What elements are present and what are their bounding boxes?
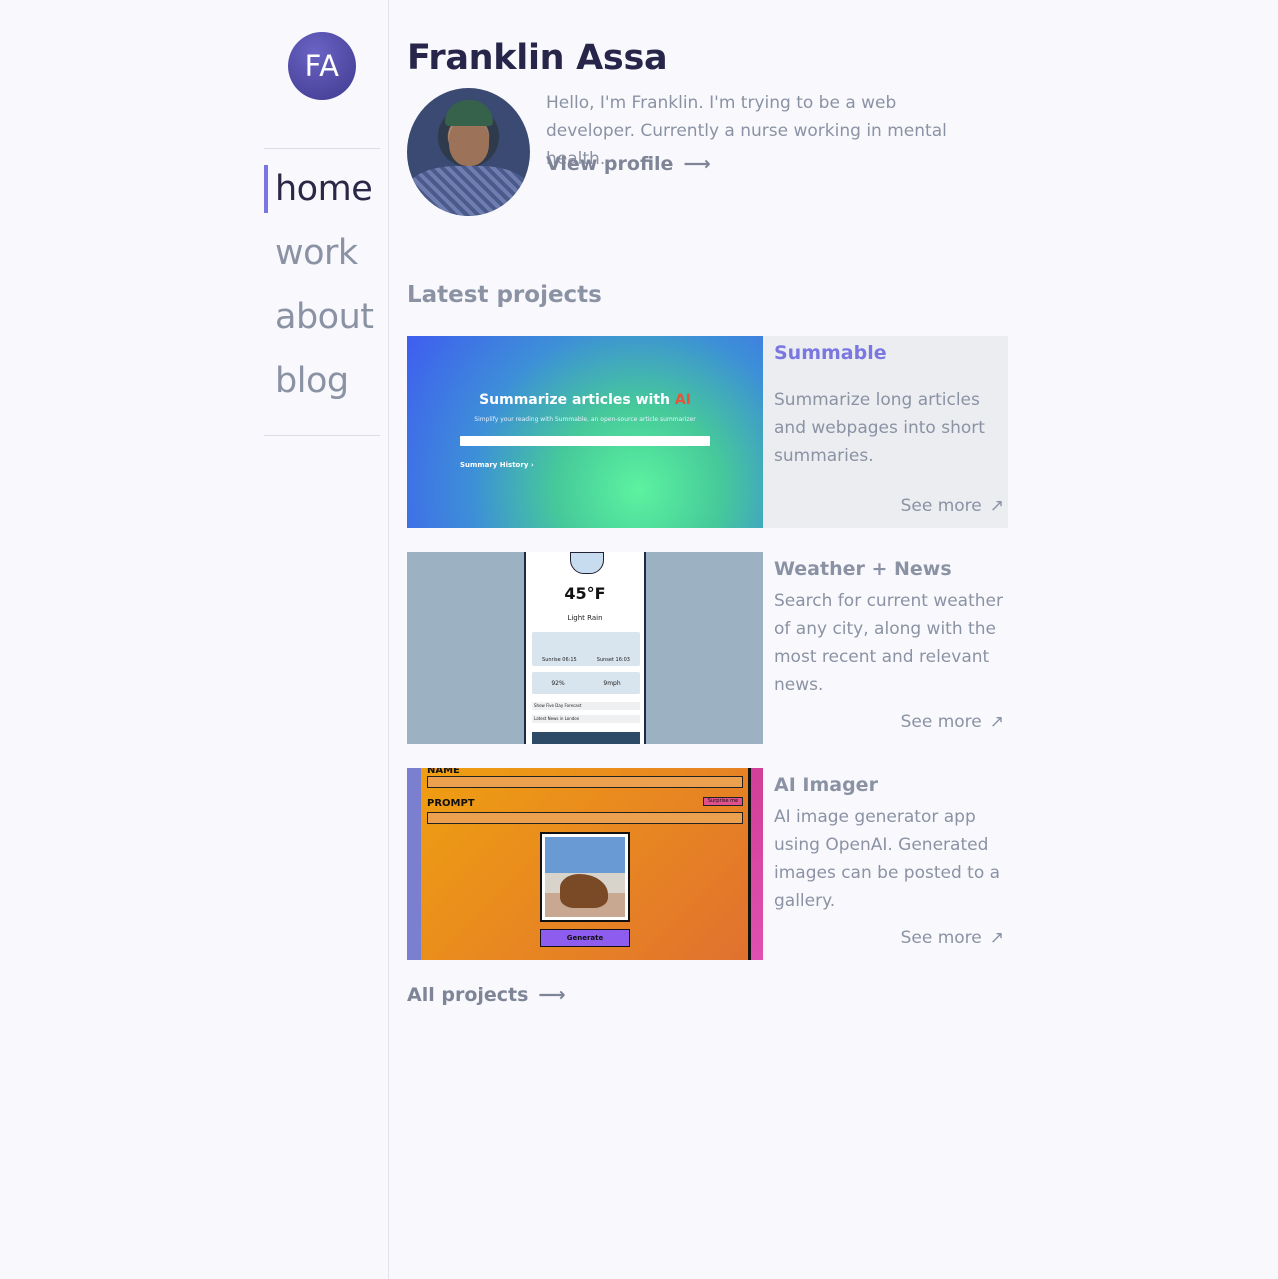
- external-arrow-icon: ↗: [989, 928, 1004, 948]
- thumb-generate-button: Generate: [540, 929, 630, 947]
- sidebar: FA home work about blog: [0, 0, 389, 1279]
- thumb-prompt-input: [427, 812, 743, 824]
- project-card-weather-news[interactable]: 45°F Light Rain Sunrise 06:15 Sunset 16:0…: [407, 552, 1008, 744]
- thumb-history-link: Summary History ›: [460, 461, 534, 469]
- see-more-link[interactable]: See more ↗: [901, 712, 1004, 732]
- thumb-condition: Light Rain: [567, 614, 603, 622]
- thumb-input-bar: [460, 436, 710, 446]
- latest-projects-heading: Latest projects: [407, 282, 602, 308]
- project-thumbnail: 45°F Light Rain Sunrise 06:15 Sunset 16:0…: [407, 552, 763, 744]
- all-projects-label: All projects: [407, 984, 529, 1006]
- project-title[interactable]: AI Imager: [774, 774, 878, 796]
- thumb-news: Latest News in London: [532, 715, 640, 723]
- project-title[interactable]: Summable: [774, 342, 887, 364]
- thumb-phone-frame: 45°F Light Rain Sunrise 06:15 Sunset 16:0…: [524, 552, 646, 744]
- see-more-link[interactable]: See more ↗: [901, 928, 1004, 948]
- thumb-surprise-button: Surprise me: [703, 797, 743, 806]
- logo-avatar[interactable]: FA: [288, 32, 356, 100]
- thumb-name-input: [427, 776, 743, 788]
- thumb-subtitle: Simplify your reading with Summable, an …: [474, 416, 696, 423]
- thumb-generated-image: [540, 832, 630, 922]
- thumb-prompt-label: PROMPT: [427, 798, 475, 809]
- thumb-sun-times: Sunrise 06:15 Sunset 16:03: [532, 632, 640, 666]
- thumb-temperature: 45°F: [564, 584, 606, 603]
- project-description: AI image generator app using OpenAI. Gen…: [774, 807, 1001, 911]
- external-arrow-icon: ↗: [989, 496, 1004, 516]
- view-profile-link[interactable]: View profile ⟶: [546, 153, 711, 175]
- project-thumbnail: Summarize articles with AI Simplify your…: [407, 336, 763, 528]
- thumb-headline: Summarize articles with AI: [479, 392, 691, 408]
- arrow-right-icon: ⟶: [683, 153, 711, 175]
- project-thumbnail: NAME PROMPT Surprise me Generate: [407, 768, 763, 960]
- nav-item-about[interactable]: about: [264, 291, 380, 355]
- nav-item-home[interactable]: home: [264, 163, 380, 227]
- project-card-summable[interactable]: Summarize articles with AI Simplify your…: [407, 336, 1008, 528]
- project-description: Summarize long articles and webpages int…: [774, 390, 985, 466]
- external-arrow-icon: ↗: [989, 712, 1004, 732]
- thumb-news-image: [532, 732, 640, 744]
- see-more-link[interactable]: See more ↗: [901, 496, 1004, 516]
- rain-cloud-icon: [570, 552, 604, 574]
- profile-photo: [407, 88, 530, 216]
- nav-item-blog[interactable]: blog: [264, 355, 380, 419]
- photo-shirt: [407, 166, 530, 216]
- project-title[interactable]: Weather + News: [774, 558, 952, 580]
- thumb-name-label: NAME: [427, 768, 460, 776]
- arrow-right-icon: ⟶: [538, 984, 566, 1006]
- photo-cap: [445, 100, 493, 126]
- page-title: Franklin Assa: [407, 38, 668, 78]
- nav-item-work[interactable]: work: [264, 227, 380, 291]
- all-projects-link[interactable]: All projects ⟶: [407, 984, 566, 1006]
- project-card-ai-imager[interactable]: NAME PROMPT Surprise me Generate AI Imag…: [407, 768, 1008, 960]
- thumb-stats: 92% 9mph: [532, 672, 640, 694]
- view-profile-label: View profile: [546, 153, 674, 175]
- project-description: Search for current weather of any city, …: [774, 591, 1003, 695]
- main-nav: home work about blog: [264, 148, 380, 436]
- thumb-forecast: Show Five Day Forecast: [532, 702, 640, 710]
